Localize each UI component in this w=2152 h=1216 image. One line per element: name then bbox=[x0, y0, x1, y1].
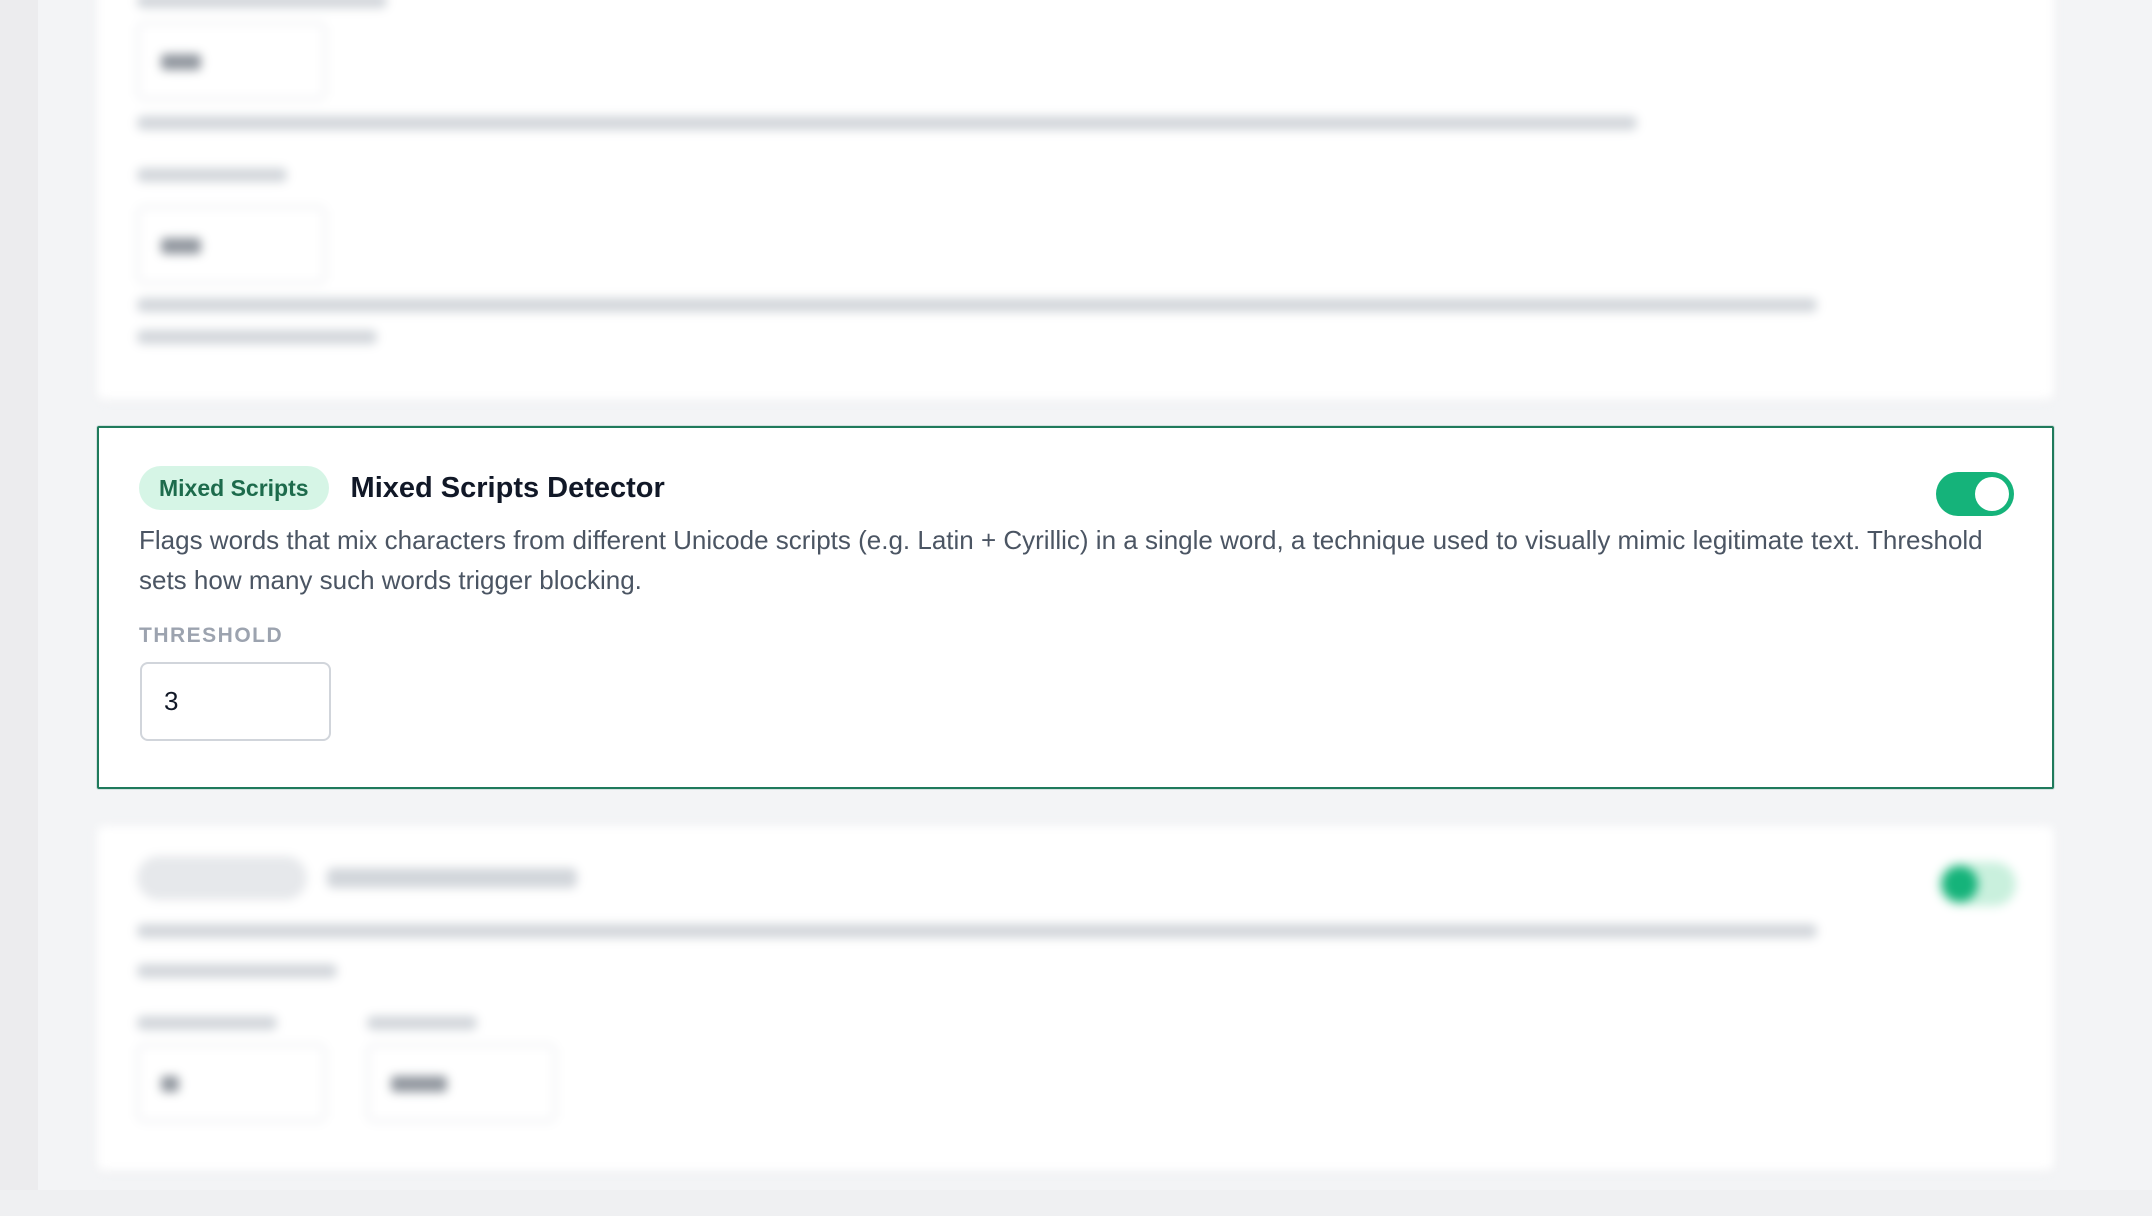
blurred-label bbox=[367, 1016, 477, 1030]
left-rail bbox=[0, 0, 38, 1216]
detector-title: Mixed Scripts Detector bbox=[350, 471, 665, 504]
mixed-scripts-detector-card: Mixed Scripts Mixed Scripts Detector Fla… bbox=[97, 426, 2054, 789]
settings-page: Mixed Scripts Mixed Scripts Detector Fla… bbox=[0, 0, 2152, 1216]
blurred-badge bbox=[137, 856, 307, 900]
detector-card-above bbox=[97, 0, 2054, 400]
threshold-input[interactable] bbox=[140, 662, 331, 741]
blurred-input bbox=[137, 22, 326, 100]
blurred-help-text bbox=[137, 298, 1817, 312]
blurred-toggle bbox=[1938, 862, 2016, 906]
detector-badge: Mixed Scripts bbox=[139, 466, 329, 510]
card-header: Mixed Scripts Mixed Scripts Detector bbox=[139, 466, 665, 510]
blurred-description bbox=[137, 924, 1817, 938]
blurred-input bbox=[137, 1044, 326, 1122]
toggle-knob-icon bbox=[1975, 477, 2009, 511]
blurred-label bbox=[137, 1016, 277, 1030]
blurred-label bbox=[137, 0, 387, 8]
blurred-help-text bbox=[137, 330, 377, 344]
blurred-help-text bbox=[137, 116, 1637, 130]
detector-description: Flags words that mix characters from dif… bbox=[139, 525, 1983, 595]
blurred-input bbox=[137, 206, 326, 284]
blurred-title bbox=[327, 868, 577, 888]
enable-toggle[interactable] bbox=[1936, 472, 2014, 516]
threshold-label: THRESHOLD bbox=[139, 624, 284, 647]
blurred-input bbox=[367, 1044, 556, 1122]
blurred-label bbox=[137, 168, 287, 182]
detector-card-below bbox=[97, 826, 2054, 1171]
page-bottom bbox=[0, 1190, 2152, 1216]
blurred-description bbox=[137, 964, 337, 978]
